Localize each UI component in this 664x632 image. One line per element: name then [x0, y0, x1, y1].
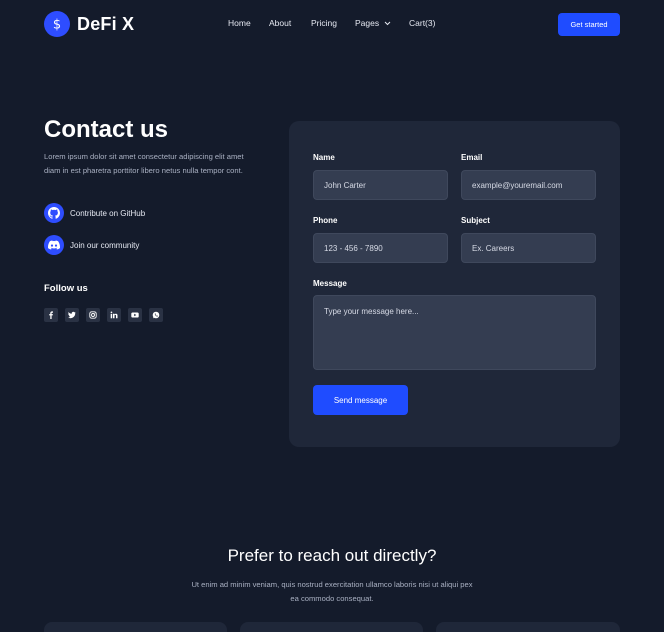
contact-description: Lorem ipsum dolor sit amet consectetur a…: [44, 152, 244, 175]
name-label: Name: [313, 153, 335, 162]
subject-label: Subject: [461, 216, 490, 225]
top-navbar: $ DeFi X Home About Pricing Pages Cart(3…: [0, 0, 664, 50]
brand-name: DeFi X: [77, 13, 135, 34]
name-field[interactable]: John Carter: [313, 170, 448, 200]
contact-card: [44, 622, 227, 632]
whatsapp-icon[interactable]: [149, 308, 163, 322]
twitter-icon[interactable]: [65, 308, 79, 322]
github-link-label: Contribute on GitHub: [70, 208, 146, 218]
community-link[interactable]: Join our community: [44, 235, 139, 255]
contact-form: Name John Carter Email example@youremail…: [289, 121, 620, 447]
nav-home[interactable]: Home: [228, 18, 251, 28]
facebook-icon[interactable]: [44, 308, 58, 322]
phone-field[interactable]: 123 - 456 - 7890: [313, 233, 448, 263]
subject-field[interactable]: Ex. Careers: [461, 233, 596, 263]
dollar-icon: $: [44, 11, 70, 37]
nav-pricing[interactable]: Pricing: [311, 18, 337, 28]
instagram-icon[interactable]: [86, 308, 100, 322]
social-links: [44, 308, 163, 322]
discord-icon: [44, 235, 64, 255]
nav-cart[interactable]: Cart(3): [409, 18, 435, 28]
phone-label: Phone: [313, 216, 338, 225]
direct-contact-description: Ut enim ad minim veniam, quis nostrud ex…: [191, 580, 473, 603]
email-label: Email: [461, 153, 483, 162]
message-label: Message: [313, 279, 347, 288]
email-field[interactable]: example@youremail.com: [461, 170, 596, 200]
contact-card: [240, 622, 423, 632]
direct-contact-heading: Prefer to reach out directly?: [227, 546, 437, 565]
follow-heading: Follow us: [44, 283, 88, 294]
brand-logo[interactable]: $ DeFi X: [44, 11, 134, 37]
get-started-button[interactable]: Get started: [558, 13, 620, 36]
page-title: Contact us: [44, 116, 169, 143]
svg-text:$: $: [53, 18, 61, 32]
message-field[interactable]: Type your message here...: [313, 295, 596, 370]
send-message-button[interactable]: Send message: [313, 385, 408, 415]
github-link[interactable]: Contribute on GitHub: [44, 203, 145, 223]
linkedin-icon[interactable]: [107, 308, 121, 322]
nav-pages[interactable]: Pages: [355, 18, 391, 28]
github-icon: [44, 203, 64, 223]
nav-about[interactable]: About: [269, 18, 291, 28]
contact-card: [436, 622, 620, 632]
nav-pages-label: Pages: [355, 18, 380, 28]
community-link-label: Join our community: [70, 240, 140, 250]
youtube-icon[interactable]: [128, 308, 142, 322]
chevron-down-icon: [385, 21, 391, 26]
